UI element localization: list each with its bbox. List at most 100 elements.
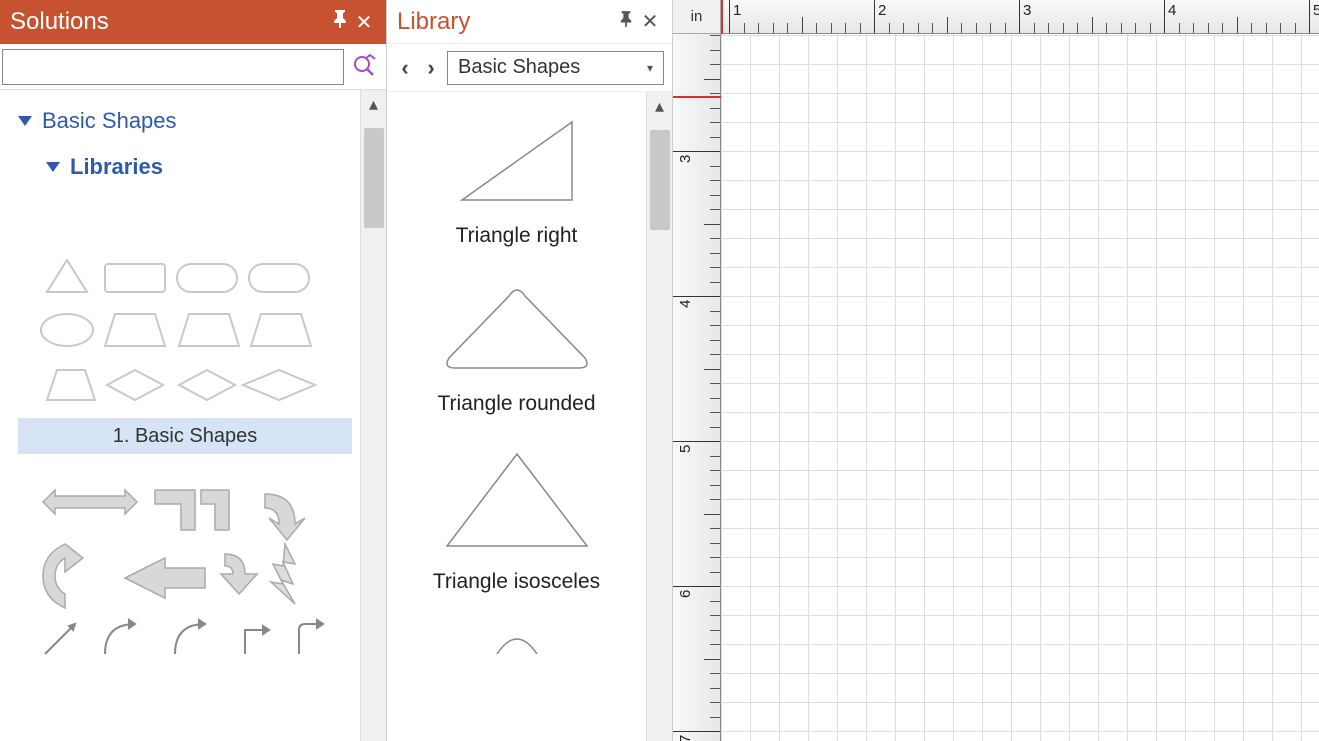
ruler-tick — [704, 659, 720, 660]
ruler-tick — [710, 166, 720, 167]
library-header: Library ✕ — [387, 0, 672, 44]
ruler-label: 7 — [677, 735, 694, 741]
tree-item-basic-shapes[interactable]: Basic Shapes — [18, 108, 352, 134]
ruler-label: 5 — [1313, 2, 1319, 19]
ruler-tick — [710, 601, 720, 602]
ruler-label: 1 — [733, 2, 741, 19]
chevron-down-icon: ▾ — [647, 61, 653, 75]
ruler-tick — [961, 23, 962, 33]
library-preview-basic-shapes[interactable]: 1. Basic Shapes — [18, 220, 352, 664]
scroll-up-icon[interactable]: ▴ — [361, 94, 386, 115]
ruler-tick — [710, 122, 720, 123]
search-button[interactable] — [344, 49, 386, 85]
ruler-tick — [710, 180, 720, 181]
ruler-tick — [710, 456, 720, 457]
ruler-tick — [673, 441, 720, 442]
library-panel: Library ✕ ‹ › Basic Shapes ▾ Triangle ri… — [387, 0, 673, 741]
library-scrollbar[interactable]: ▴ — [646, 92, 672, 741]
scroll-thumb[interactable] — [364, 128, 384, 228]
ruler-tick — [710, 383, 720, 384]
ruler-tick — [710, 427, 720, 428]
ruler-label: 5 — [677, 445, 694, 453]
ruler-tick — [1005, 23, 1006, 33]
ruler-tick — [1048, 23, 1049, 33]
ruler-unit-label[interactable]: in — [673, 0, 721, 34]
tree-item-libraries[interactable]: Libraries — [46, 154, 352, 180]
tree-label: Basic Shapes — [42, 108, 177, 134]
scroll-up-icon[interactable]: ▴ — [647, 96, 672, 117]
ruler-tick — [1251, 23, 1252, 33]
ruler-tick — [990, 23, 991, 33]
ruler-tick — [710, 325, 720, 326]
triangle-isosceles-icon — [437, 446, 597, 556]
shape-label: Triangle rounded — [387, 392, 646, 416]
prev-button[interactable]: ‹ — [395, 55, 415, 81]
ruler-tick — [710, 470, 720, 471]
search-input[interactable] — [2, 49, 344, 85]
ruler-tick — [704, 79, 720, 80]
solutions-scrollbar[interactable]: ▴ — [360, 90, 386, 741]
ruler-tick — [710, 717, 720, 718]
ruler-tick — [710, 311, 720, 312]
drawing-canvas[interactable] — [721, 34, 1319, 741]
close-icon[interactable]: ✕ — [352, 10, 376, 35]
solutions-title: Solutions — [10, 8, 328, 36]
ruler-tick — [787, 23, 788, 33]
horizontal-ruler[interactable]: 1 2 3 4 5 — [721, 0, 1319, 34]
ruler-tick — [1179, 23, 1180, 33]
ruler-tick — [673, 296, 720, 297]
solutions-header: Solutions ✕ — [0, 0, 386, 44]
pin-icon[interactable] — [328, 10, 352, 34]
ruler-tick — [1280, 23, 1281, 33]
preview-arrows-icon — [35, 484, 335, 664]
shape-partial[interactable] — [387, 624, 646, 654]
scroll-thumb[interactable] — [650, 130, 670, 230]
shape-triangle-isosceles[interactable]: Triangle isosceles — [387, 446, 646, 594]
close-icon[interactable]: ✕ — [638, 9, 662, 34]
ruler-tick — [710, 528, 720, 529]
ruler-tick — [1150, 23, 1151, 33]
ruler-tick — [1237, 17, 1238, 33]
ruler-tick — [673, 151, 720, 152]
ruler-tick — [874, 0, 875, 33]
ruler-tick — [1193, 23, 1194, 33]
ruler-label: 4 — [1168, 2, 1176, 19]
triangle-rounded-icon — [437, 278, 597, 378]
shape-triangle-rounded[interactable]: Triangle rounded — [387, 278, 646, 416]
ruler-tick — [710, 702, 720, 703]
ruler-tick — [1019, 0, 1020, 33]
ruler-tick — [1295, 23, 1296, 33]
solutions-tree: Basic Shapes Libraries — [0, 90, 360, 741]
ruler-tick — [729, 0, 730, 33]
shape-label: Triangle isosceles — [387, 570, 646, 594]
ruler-tick — [710, 398, 720, 399]
ruler-tick — [1063, 23, 1064, 33]
ruler-tick — [704, 369, 720, 370]
ruler-tick — [710, 412, 720, 413]
ruler-tick — [831, 23, 832, 33]
pin-icon[interactable] — [614, 10, 638, 33]
ruler-tick — [710, 673, 720, 674]
vertical-ruler[interactable]: 34567 — [673, 34, 721, 741]
ruler-tick — [816, 23, 817, 33]
ruler-tick — [1222, 23, 1223, 33]
ruler-tick — [710, 340, 720, 341]
ruler-label: 2 — [878, 2, 886, 19]
ruler-tick — [889, 23, 890, 33]
canvas-wrapper: in 1 2 3 4 5 34567 — [673, 0, 1319, 741]
ruler-tick — [710, 543, 720, 544]
ruler-tick — [744, 23, 745, 33]
ruler-label: 3 — [1023, 2, 1031, 19]
ruler-tick — [1077, 23, 1078, 33]
ruler-marker-h — [721, 0, 723, 34]
ruler-marker-v — [673, 96, 721, 98]
ruler-tick — [710, 630, 720, 631]
library-dropdown[interactable]: Basic Shapes ▾ — [447, 51, 664, 85]
ruler-tick — [673, 731, 720, 732]
next-button[interactable]: › — [421, 55, 441, 81]
ruler-tick — [1266, 23, 1267, 33]
ruler-tick — [710, 267, 720, 268]
library-body: Triangle right Triangle rounded Triangle… — [387, 92, 672, 741]
tree-label: Libraries — [70, 154, 163, 180]
shape-triangle-right[interactable]: Triangle right — [387, 110, 646, 248]
